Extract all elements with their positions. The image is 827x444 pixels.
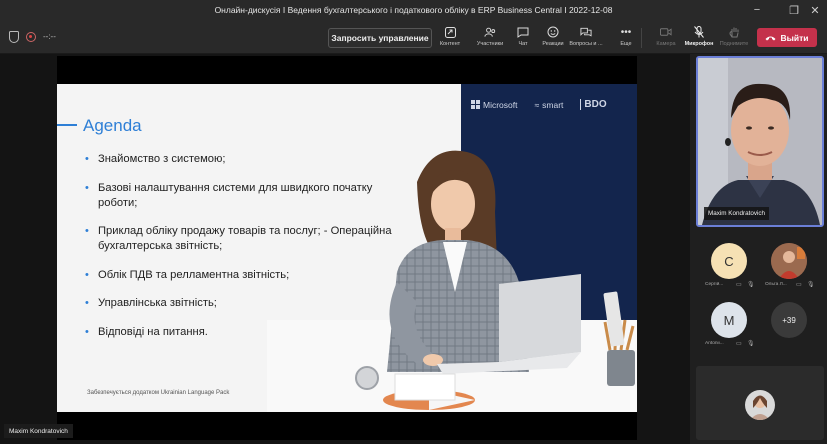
bdo-logo: BDO bbox=[580, 99, 607, 110]
content-button[interactable]: Контент bbox=[430, 24, 470, 52]
more-button[interactable]: ••• Еще bbox=[606, 24, 646, 52]
microphone-icon bbox=[693, 26, 705, 38]
mic-off-icon: 🎙 bbox=[747, 282, 755, 288]
participant-name: Ольга Л... bbox=[765, 282, 787, 287]
screen-icon: ▭ bbox=[736, 341, 742, 347]
slide-title: Agenda bbox=[83, 116, 142, 135]
more-icon: ••• bbox=[620, 26, 632, 38]
shield-icon[interactable] bbox=[9, 31, 19, 43]
avatar: M bbox=[711, 302, 747, 338]
raise-hand-icon bbox=[728, 26, 740, 38]
participant-photo bbox=[771, 243, 807, 279]
presentation-slide: Agenda Знайомство з системою; Базові нал… bbox=[57, 84, 637, 412]
camera-off-icon bbox=[660, 26, 672, 38]
more-label: Еще bbox=[620, 41, 632, 47]
slide-footnote: Забезпечується додатком Ukrainian Langua… bbox=[87, 390, 230, 396]
meeting-toolbar: --:-- Запросить управление Контент Участ… bbox=[0, 20, 827, 54]
more-participants-button[interactable]: +39 bbox=[771, 302, 807, 338]
mic-off-icon: 🎙 bbox=[747, 341, 755, 347]
request-control-button[interactable]: Запросить управление bbox=[328, 28, 432, 48]
chat-icon bbox=[517, 26, 529, 38]
leave-button[interactable]: Выйти bbox=[757, 28, 817, 47]
avatar bbox=[771, 243, 807, 279]
window-title: Онлайн-дискусія І Ведення бухгалтерськог… bbox=[214, 5, 613, 15]
self-view-tile[interactable] bbox=[696, 366, 824, 440]
reactions-label: Реакции bbox=[542, 41, 564, 47]
raise-hand-button[interactable]: Поднимите bbox=[714, 24, 754, 52]
shared-content-stage: Agenda Знайомство з системою; Базові нал… bbox=[0, 54, 690, 444]
avatar: C bbox=[711, 243, 747, 279]
speaker-video-feed bbox=[698, 58, 822, 225]
participant-tile[interactable]: M Antonii... ▭ 🎙 bbox=[705, 302, 755, 354]
microsoft-logo: Microsoft bbox=[471, 100, 517, 110]
questions-icon bbox=[580, 26, 592, 38]
microphone-label: Микрофон bbox=[684, 41, 714, 47]
camera-label: Камера bbox=[656, 41, 676, 47]
microsoft-logo-text: Microsoft bbox=[483, 99, 518, 110]
toolbar-divider bbox=[641, 28, 642, 48]
microphone-button[interactable]: Микрофон bbox=[679, 24, 719, 52]
participant-name: Antonii... bbox=[705, 341, 724, 346]
participants-label: Участники bbox=[476, 41, 504, 47]
microsoft-grid-icon bbox=[471, 100, 480, 109]
meeting-timer: --:-- bbox=[43, 32, 56, 41]
phone-hangup-icon bbox=[765, 36, 776, 40]
raise-hand-label: Поднимите bbox=[719, 41, 749, 47]
close-icon[interactable]: ✕ bbox=[802, 0, 827, 20]
participant-tile[interactable]: C Сергій... ▭ 🎙 bbox=[705, 243, 755, 295]
title-accent-line bbox=[57, 124, 77, 126]
smart-logo-icon: ≈ bbox=[534, 99, 540, 110]
people-icon bbox=[484, 26, 496, 38]
questions-button[interactable]: Вопросы и ... bbox=[566, 24, 606, 52]
screen-icon: ▭ bbox=[796, 282, 802, 288]
screen-icon: ▭ bbox=[736, 282, 742, 288]
speaker-video-tile[interactable]: Maxim Kondratovich bbox=[696, 56, 824, 227]
partner-logos: Microsoft ≈ smart BDO bbox=[471, 99, 607, 110]
content-label: Контент bbox=[439, 41, 461, 47]
slide-photo-woman-laptop bbox=[267, 150, 637, 412]
self-photo bbox=[745, 390, 775, 420]
participant-tile[interactable]: Ольга Л... ▭ 🎙 bbox=[765, 243, 815, 295]
reactions-icon bbox=[547, 26, 559, 38]
mic-off-icon: 🎙 bbox=[807, 282, 815, 288]
smart-logo: ≈ smart bbox=[534, 100, 563, 110]
leave-label: Выйти bbox=[780, 32, 809, 43]
questions-label: Вопросы и ... bbox=[569, 41, 603, 47]
recording-icon bbox=[26, 32, 36, 42]
smart-logo-text: smart bbox=[542, 99, 564, 110]
self-avatar bbox=[745, 390, 775, 420]
presenter-name-tag: Maxim Kondratovich bbox=[4, 424, 73, 438]
participant-name: Сергій... bbox=[705, 282, 724, 287]
title-bar: Онлайн-дискусія І Ведення бухгалтерськог… bbox=[0, 0, 827, 20]
minimize-icon[interactable]: − bbox=[744, 0, 770, 20]
chat-label: Чат bbox=[518, 41, 528, 47]
share-content-icon bbox=[444, 26, 456, 38]
participants-panel: Maxim Kondratovich C Сергій... ▭ 🎙 Ольга… bbox=[690, 54, 827, 444]
speaker-name-tag: Maxim Kondratovich bbox=[704, 207, 770, 220]
